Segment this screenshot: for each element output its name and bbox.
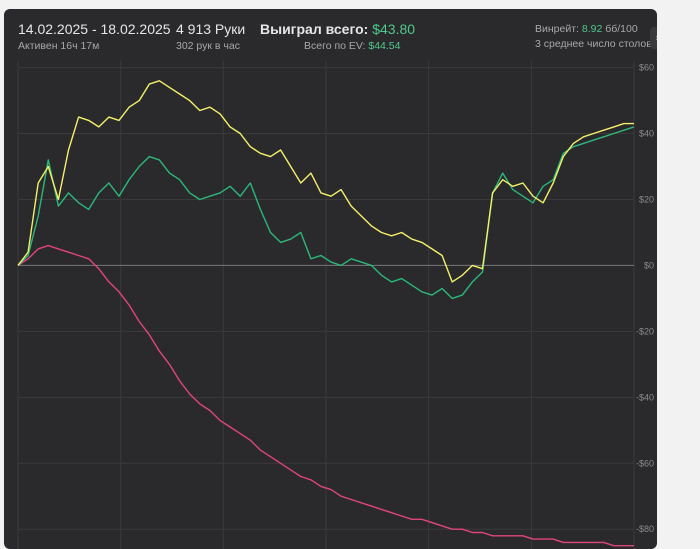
y-tick-label: -$60 <box>636 458 654 468</box>
date-range: 14.02.2025 - 18.02.2025 <box>18 21 171 37</box>
hands-per-hour: 302 рук в час <box>176 40 240 52</box>
y-tick-label: $60 <box>639 63 654 73</box>
ev-value: $44.54 <box>368 40 401 52</box>
hands-count: 4 913 Руки <box>176 21 246 37</box>
winrate: Винрейт: 8.92 бб/100 <box>535 23 638 35</box>
active-time: Активен 16ч 17м <box>18 40 100 52</box>
y-axis-ticks: $60 $40 $20 $0 -$20 -$40 -$60 -$80 <box>636 63 654 535</box>
won-label: Выиграл всего: <box>260 21 369 37</box>
y-tick-label: -$80 <box>636 524 654 534</box>
ev-total: Всего по EV: $44.54 <box>304 40 400 52</box>
won-total: Выиграл всего: $43.80 <box>260 21 415 37</box>
gear-icon: ⚙ <box>655 30 657 46</box>
winrate-unit: бб/100 <box>605 23 638 35</box>
y-tick-label: $40 <box>639 129 654 139</box>
chart-grid <box>17 61 635 549</box>
average-tables: 3 среднее число столов <box>535 38 652 50</box>
graph-panel: $60 $40 $20 $0 -$20 -$40 -$60 -$80 14.02.2025 -… <box>4 9 657 549</box>
winrate-label: Винрейт: <box>535 23 579 35</box>
y-tick-label: -$20 <box>636 326 654 336</box>
settings-button[interactable]: ⚙ <box>650 27 657 49</box>
winrate-value: 8.92 <box>581 23 603 35</box>
ev-label: Всего по EV: <box>304 40 366 52</box>
won-value: $43.80 <box>372 21 416 37</box>
y-tick-label: -$40 <box>636 392 654 402</box>
profit-chart: $60 $40 $20 $0 -$20 -$40 -$60 -$80 <box>17 61 654 549</box>
y-tick-label: $0 <box>644 260 654 270</box>
y-tick-label: $20 <box>639 194 654 204</box>
